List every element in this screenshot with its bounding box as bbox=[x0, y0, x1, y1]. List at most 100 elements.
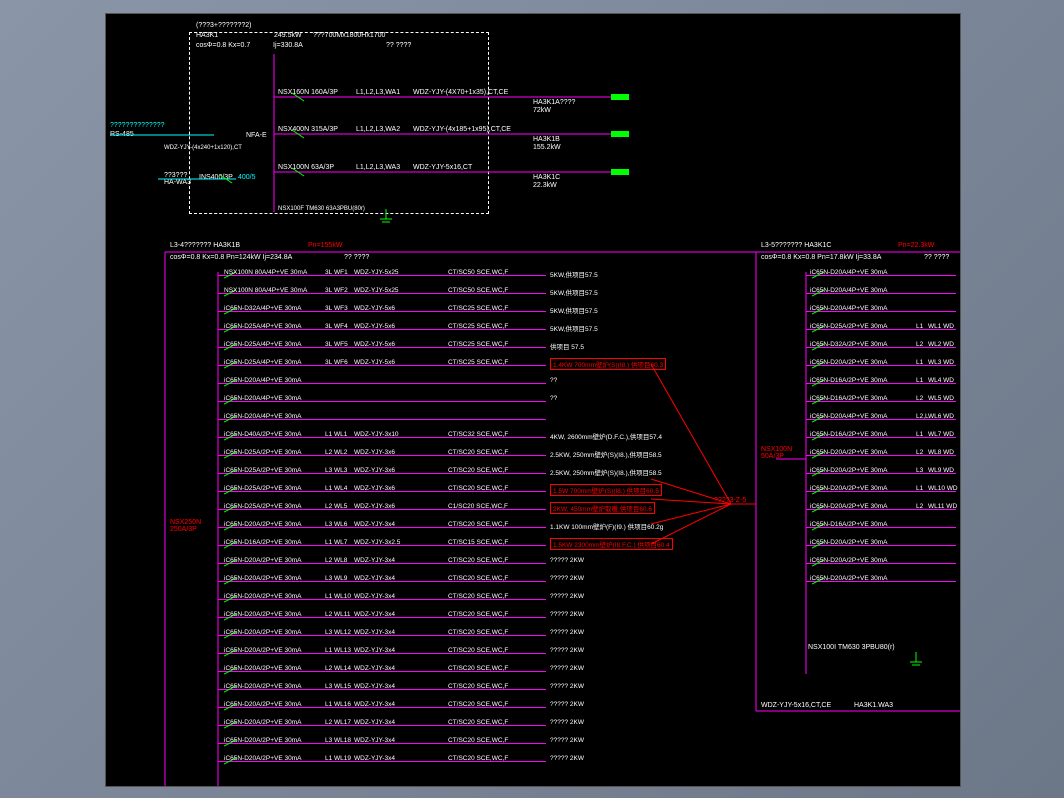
feeder1-tag: HA3K1A???? bbox=[533, 99, 575, 106]
panelc-cell: iC65N-D20A/2P+VE 30mA bbox=[810, 359, 888, 366]
panelb-cell: WF1 bbox=[334, 269, 348, 276]
panelb-cell: WDZ-YJY-5x6 bbox=[354, 323, 395, 330]
panelb-cell: iC65N-D20A/2P+VE 30mA bbox=[224, 665, 302, 672]
panelc-source: HA3K1.WA3 bbox=[854, 702, 893, 709]
panelb-cell: iC65N-D25A/4P+VE 30mA bbox=[224, 323, 302, 330]
panelb-cell: L2 bbox=[325, 449, 332, 456]
panelc-cell: iC65N-D16A/2P+VE 30mA bbox=[810, 395, 888, 402]
panelc-cell: WL9 WD bbox=[928, 467, 954, 474]
panelb-cell: L1 bbox=[325, 539, 332, 546]
panelb-desc: 2.5KW, 250mm壁炉(S)(I8.),供项目58.5 bbox=[550, 467, 662, 477]
panelb-cell: NSX100N 80A/4P+VE 30mA bbox=[224, 287, 307, 294]
panelb-cell: iC65N-D20A/2P+VE 30mA bbox=[224, 629, 302, 636]
panelc-cell: WL6 WD bbox=[928, 413, 954, 420]
panelb-cell: WF5 bbox=[334, 341, 348, 348]
panelb-cell: iC65N-D32A/4P+VE 30mA bbox=[224, 305, 302, 312]
feeder1-circuit: L1,L2,L3,WA1 bbox=[356, 89, 400, 96]
panelb-cell: 3L bbox=[325, 359, 332, 366]
panelb-cell: WL9 bbox=[334, 575, 347, 582]
panelb-cell: CT/SC25 SCE,WC,F bbox=[448, 305, 508, 312]
panelb-desc: 供项目 57.5 bbox=[550, 341, 584, 351]
panelb-cell: CT/SC20 SCE,WC,F bbox=[448, 701, 508, 708]
panelc-cell: WL4 WD bbox=[928, 377, 954, 384]
panelc-cell: WL10 WD bbox=[928, 485, 958, 492]
panelb-cell: iC65N-D25A/2P+VE 30mA bbox=[224, 503, 302, 510]
panelb-desc: ????? 2KW bbox=[550, 719, 584, 726]
panelb-cell: CT/SC20 SCE,WC,F bbox=[448, 665, 508, 672]
panelc-cell: iC65N-D16A/2P+VE 30mA bbox=[810, 521, 888, 528]
panelb-cell: WL8 bbox=[334, 557, 347, 564]
panelc-pn: Pn=22.3kW bbox=[898, 242, 934, 249]
panelb-cell: WDZ-YJY-5x6 bbox=[354, 359, 395, 366]
cad-canvas: (???3+???????2) HA3K1 cosΦ=0.8 Kx=0.7 24… bbox=[0, 0, 1064, 798]
panelb-desc: ????? 2KW bbox=[550, 665, 584, 672]
panelb-cell: 3L bbox=[325, 323, 332, 330]
panelb-desc: ????? 2KW bbox=[550, 647, 584, 654]
panelb-desc: ????? 2KW bbox=[550, 611, 584, 618]
panelb-cell: WL19 bbox=[334, 755, 351, 762]
feeder3-circuit: L1,L2,L3,WA3 bbox=[356, 164, 400, 171]
panelb-desc: 5KW,供项目57.5 bbox=[550, 269, 598, 279]
panelb-params: cosΦ=0.8 Kx=0.8 Pn=124kW Ij=234.8A bbox=[170, 254, 292, 261]
panelc-cell: WL7 WD bbox=[928, 431, 954, 438]
panelb-cell: L3 bbox=[325, 467, 332, 474]
panelc-cell: WL3 WD bbox=[928, 359, 954, 366]
panelc-cell: WL2 WD bbox=[928, 341, 954, 348]
panelb-cell: WDZ-YJY-3x6 bbox=[354, 449, 395, 456]
panelb-cell: L3 bbox=[325, 575, 332, 582]
panelb-cell: WDZ-YJY-3x4 bbox=[354, 593, 395, 600]
panelb-cell: L2 bbox=[325, 503, 332, 510]
panelb-cell: iC65N-D25A/4P+VE 30mA bbox=[224, 359, 302, 366]
panelb-cell: WL11 bbox=[334, 611, 351, 618]
panelb-cell: iC65N-D25A/2P+VE 30mA bbox=[224, 485, 302, 492]
panelb-desc: 5KW,供项目57.5 bbox=[550, 305, 598, 315]
panelb-cell: iC65N-D20A/2P+VE 30mA bbox=[224, 701, 302, 708]
panelc-cell: iC65N-D20A/4P+VE 30mA bbox=[810, 413, 888, 420]
panelb-cell: WF4 bbox=[334, 323, 348, 330]
panelb-cell: iC65N-D25A/2P+VE 30mA bbox=[224, 449, 302, 456]
panelb-cell: WDZ-YJY-3x4 bbox=[354, 737, 395, 744]
panelb-cell: WF2 bbox=[334, 287, 348, 294]
panelb-cell: iC65N-D20A/2P+VE 30mA bbox=[224, 557, 302, 564]
panelb-cell: WL13 bbox=[334, 647, 351, 654]
panelb-cell: WF6 bbox=[334, 359, 348, 366]
panelb-cell: iC65N-D40A/2P+VE 30mA bbox=[224, 431, 302, 438]
panelb-cell: WDZ-YJY-5x25 bbox=[354, 269, 399, 276]
panelb-cell: WDZ-YJY-3x4 bbox=[354, 755, 395, 762]
panelc-cell: iC65N-D20A/4P+VE 30mA bbox=[810, 305, 888, 312]
drawing-area[interactable]: (???3+???????2) HA3K1 cosΦ=0.8 Kx=0.7 24… bbox=[105, 13, 961, 787]
panelb-cell: L3 bbox=[325, 683, 332, 690]
panelb-header: L3-4??????? HA3K1B bbox=[170, 242, 240, 249]
panelb-cell: iC65N-D20A/2P+VE 30mA bbox=[224, 737, 302, 744]
feeder2-tag: HA3K1B bbox=[533, 136, 560, 143]
panelb-desc: 2.5KW, 250mm壁炉(S)(I8.),供项目58.5 bbox=[550, 449, 662, 459]
panelb-cell: WDZ-YJY-3x6 bbox=[354, 503, 395, 510]
panelb-cell: C1/SC20 SCE,WC,F bbox=[448, 503, 508, 510]
panelc-cell: iC65N-D20A/4P+VE 30mA bbox=[810, 287, 888, 294]
panelb-desc: 5KW,供项目57.5 bbox=[550, 323, 598, 333]
panelc-cell: iC65N-D20A/2P+VE 30mA bbox=[810, 449, 888, 456]
panelb-desc: 4KW, 2600mm壁炉(D.F.C.),供项目57.4 bbox=[550, 431, 662, 441]
panelc-cell: WL11 WD bbox=[928, 503, 957, 510]
panelb-cell: WDZ-YJY-3x6 bbox=[354, 485, 395, 492]
panelb-cell: NSX100N 80A/4P+VE 30mA bbox=[224, 269, 307, 276]
panelb-cell: WDZ-YJY-5x6 bbox=[354, 305, 395, 312]
panelb-desc: ????? 2KW bbox=[550, 701, 584, 708]
panelc-cell: L2 bbox=[916, 395, 923, 402]
panelc-feed: WDZ-YJY-5x16,CT,CE bbox=[761, 702, 831, 709]
panelc-cell: L2 bbox=[916, 341, 923, 348]
panelb-desc: 5KW,供项目57.5 bbox=[550, 287, 598, 297]
panelb-cell: iC65N-D20A/2P+VE 30mA bbox=[224, 593, 302, 600]
panelc-cell: WL8 WD bbox=[928, 449, 954, 456]
panelb-desc: 1.5W 700mm壁炉(S)(I8.) 供项目60.5 bbox=[550, 484, 662, 496]
panelb-cell: iC65N-D20A/4P+VE 30mA bbox=[224, 413, 302, 420]
panelc-cell: WL5 WD bbox=[928, 395, 954, 402]
panelb-cell: CT/SC50 SCE,WC,F bbox=[448, 287, 508, 294]
panelc-cell: iC65N-D25A/2P+VE 30mA bbox=[810, 323, 888, 330]
panelb-cell: iC65N-D20A/4P+VE 30mA bbox=[224, 395, 302, 402]
panelb-cell: WL4 bbox=[334, 485, 347, 492]
panelb-cell: iC65N-D20A/2P+VE 30mA bbox=[224, 755, 302, 762]
panelb-cell: WL7 bbox=[334, 539, 347, 546]
panelb-cell: WL6 bbox=[334, 521, 347, 528]
panelb-cell: iC65N-D20A/2P+VE 30mA bbox=[224, 647, 302, 654]
